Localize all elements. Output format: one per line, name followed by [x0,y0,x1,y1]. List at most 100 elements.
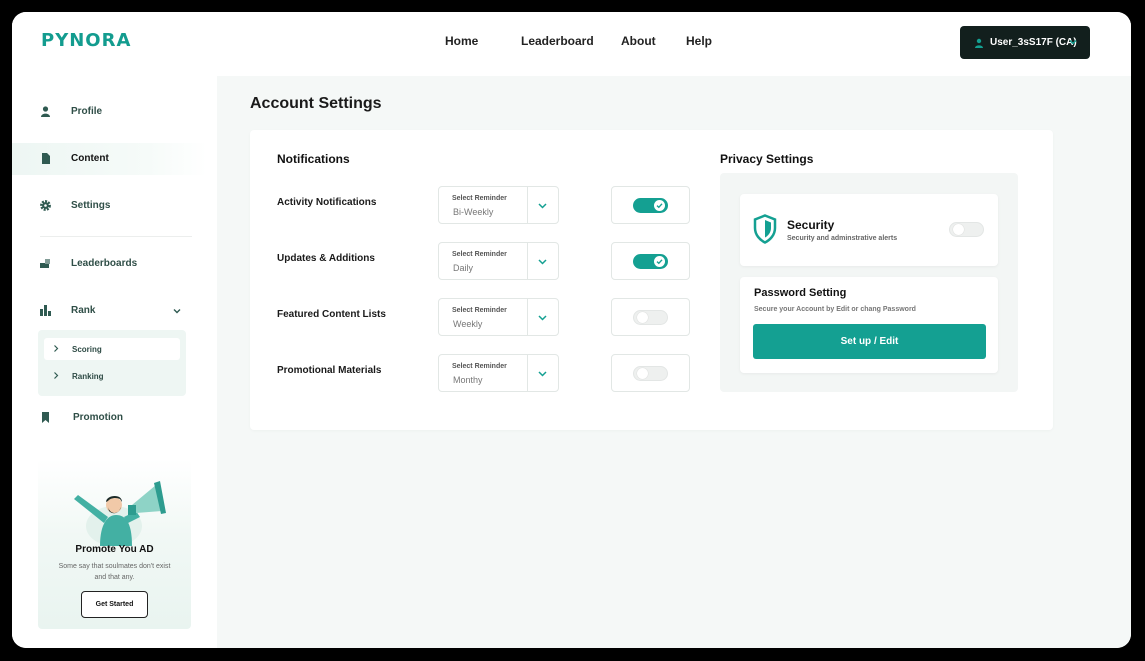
toggle-knob [953,224,964,235]
sidebar-item-settings[interactable]: Settings [12,190,207,222]
password-title: Password Setting [754,287,847,299]
security-desc: Security and adminstrative alerts [787,235,898,242]
featured-content-toggle[interactable] [633,310,668,325]
select-divider [527,243,528,279]
sidebar-item-promotion[interactable]: Promotion [12,402,207,434]
promo-title: Promote You AD [75,544,154,555]
user-name: User_3sS17F (CA) [990,37,1077,48]
password-card: Password Setting Secure your Account by … [740,277,998,373]
reminder-select[interactable]: Select Reminder Weekly [438,298,559,336]
chevron-down-icon [1069,39,1077,45]
toggle-container [611,354,690,392]
select-divider [527,187,528,223]
privacy-panel: Security Security and adminstrative aler… [720,173,1018,392]
top-bar: PYNORA Home Leaderboard About Help User_… [12,12,1131,76]
sidebar-item-label: Profile [71,106,103,117]
check-icon [656,259,663,265]
toggle-knob [654,256,665,267]
bookmark-icon [42,412,49,423]
sidebar-item-label: Content [71,153,109,164]
sidebar-item-label: Promotion [73,412,123,423]
reminder-select[interactable]: Select Reminder Monthy [438,354,559,392]
submenu-item-label: Scoring [72,345,102,354]
submenu-item-scoring[interactable]: Scoring [44,338,180,360]
submenu-item-ranking[interactable]: Ranking [44,365,180,387]
chevron-down-icon [538,259,547,265]
sidebar-divider [40,236,192,237]
select-label: Select Reminder [452,251,507,258]
select-label: Select Reminder [452,307,507,314]
submenu-item-label: Ranking [72,372,104,381]
security-toggle[interactable] [949,222,984,237]
notification-row: Activity Notifications Select Reminder B… [250,185,710,225]
user-icon [975,38,983,48]
sidebar-item-leaderboards[interactable]: Leaderboards [12,248,207,280]
select-divider [527,299,528,335]
settings-card: Notifications Activity Notifications Sel… [250,130,1053,430]
nav-help[interactable]: Help [686,34,712,48]
page-title: Account Settings [250,95,382,112]
megaphone-person-illustration [74,481,166,546]
security-card: Security Security and adminstrative aler… [740,194,998,266]
chevron-right-icon [54,345,59,352]
shield-icon [753,214,777,244]
notification-label: Activity Notifications [277,197,377,208]
chevron-down-icon [538,203,547,209]
nav-home[interactable]: Home [445,34,478,48]
select-value: Bi-Weekly [453,207,494,217]
select-value: Daily [453,263,474,273]
chevron-right-icon [54,372,59,379]
select-divider [527,355,528,391]
gear-icon [40,200,51,211]
select-value: Weekly [453,319,483,329]
nav-about[interactable]: About [621,34,656,48]
select-label: Select Reminder [452,195,507,202]
promo-card: Promote You AD Some say that soulmates d… [38,459,191,629]
document-icon [42,153,50,164]
sidebar-item-label: Leaderboards [71,258,138,269]
chevron-down-icon [173,309,181,314]
toggle-knob [637,368,648,379]
select-value: Monthy [453,375,483,385]
notification-label: Featured Content Lists [277,309,386,320]
reminder-select[interactable]: Select Reminder Daily [438,242,559,280]
blocks-icon [40,259,50,268]
rank-submenu: Scoring Ranking [38,330,186,396]
security-title: Security [787,218,835,232]
notification-label: Promotional Materials [277,365,382,376]
sidebar-item-rank[interactable]: Rank [12,295,207,327]
sidebar-item-profile[interactable]: Profile [12,96,207,128]
app-window: PYNORA Home Leaderboard About Help User_… [12,12,1131,648]
sidebar-item-label: Settings [71,200,111,211]
setup-edit-button[interactable]: Set up / Edit [753,324,986,359]
bar-chart-icon [40,305,51,316]
user-menu-button[interactable]: User_3sS17F (CA) [960,26,1090,59]
notifications-title: Notifications [277,152,350,166]
toggle-container [611,242,690,280]
activity-notifications-toggle[interactable] [633,198,668,213]
sidebar: Profile Content Settings Leaderboards Ra… [12,76,217,648]
chevron-down-icon [538,315,547,321]
toggle-container [611,186,690,224]
toggle-knob [637,312,648,323]
user-icon [41,106,50,117]
promo-text: Some say that soulmates don't exist and … [58,563,171,581]
chevron-down-icon [538,371,547,377]
toggle-container [611,298,690,336]
reminder-select[interactable]: Select Reminder Bi-Weekly [438,186,559,224]
sidebar-item-label: Rank [71,305,96,316]
notification-row: Featured Content Lists Select Reminder W… [250,297,710,337]
notification-label: Updates & Additions [277,253,375,264]
password-desc: Secure your Account by Edit or chang Pas… [754,306,916,313]
main-content: Account Settings Notifications Activity … [217,76,1131,648]
check-icon [656,203,663,209]
select-label: Select Reminder [452,363,507,370]
toggle-knob [654,200,665,211]
sidebar-item-content[interactable]: Content [12,143,207,175]
promotional-materials-toggle[interactable] [633,366,668,381]
notification-row: Updates & Additions Select Reminder Dail… [250,241,710,281]
privacy-title: Privacy Settings [720,152,814,166]
nav-leaderboard[interactable]: Leaderboard [521,34,594,48]
updates-additions-toggle[interactable] [633,254,668,269]
get-started-button[interactable]: Get Started [81,591,148,618]
